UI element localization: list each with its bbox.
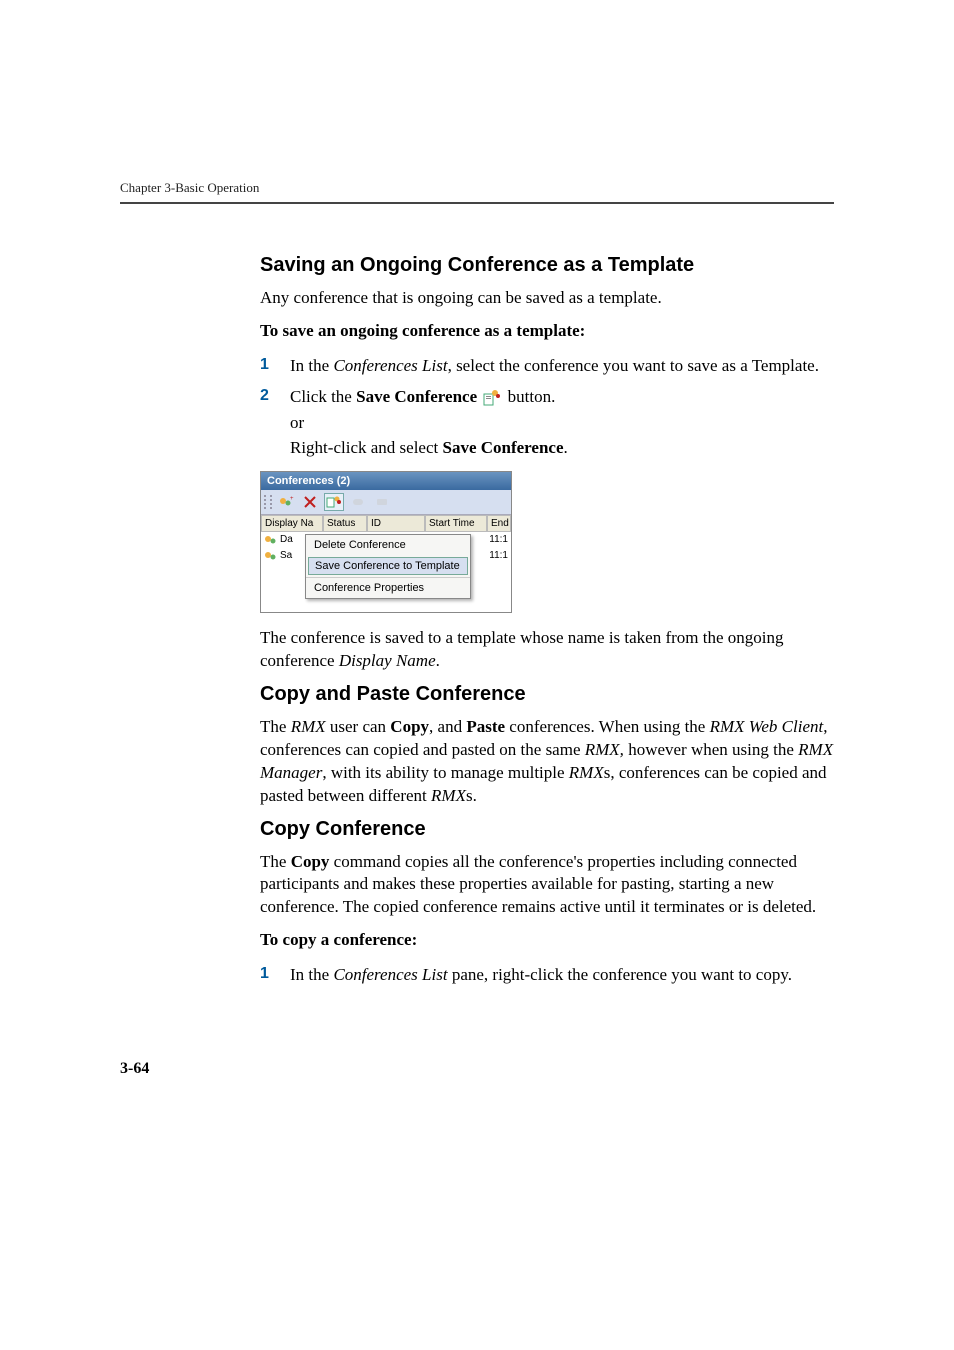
new-conference-icon[interactable]: + [276,493,296,511]
row-end: 11:1 [479,532,511,547]
t: RMX [431,786,466,805]
menu-save-conference-to-template[interactable]: Save Conference to Template [308,557,468,575]
svg-text:+: + [290,496,294,502]
context-menu: Delete Conference Save Conference to Tem… [305,534,471,599]
para-copy-conference: The Copy command copies all the conferen… [260,851,834,920]
t: user can [326,717,391,736]
panel-titlebar: Conferences (2) [261,472,511,490]
t: , with its ability to manage multiple [322,763,568,782]
copy-conference-steps: 1 In the Conferences List pane, right-cl… [260,962,834,988]
step2-text-b: button. [508,387,556,406]
procedure-heading-copy: To copy a conference: [260,929,834,952]
save-template-steps: 1 In the Conferences List, select the co… [260,353,834,461]
step-number: 2 [260,384,269,408]
heading-copy-paste: Copy and Paste Conference [260,683,834,706]
t: Copy [390,717,429,736]
col-start-time[interactable]: Start Time [425,515,487,532]
step2-alt-a: Right-click and select [290,438,442,457]
grip-icon [264,495,272,509]
conference-row-icon [264,550,278,562]
t: RMX [569,763,604,782]
conference-row-icon [264,534,278,546]
row-name: Sa [280,550,292,561]
row-name: Da [280,534,293,545]
heading-copy-conference: Copy Conference [260,818,834,841]
t: however when using the [624,740,798,759]
step1-text-a: In the [290,356,333,375]
procedure-heading: To save an ongoing conference as a templ… [260,320,834,343]
t: Paste [466,717,505,736]
t: pane, right-click the conference you wan… [448,965,792,984]
page-number: 3-64 [120,1060,149,1078]
save-conference-icon [483,389,501,407]
step1-em: Conferences List [333,356,447,375]
t: The [260,717,291,736]
display-name-em: Display Name [339,651,436,670]
toolbar-disabled-2-icon [372,493,392,511]
col-id[interactable]: ID [367,515,425,532]
step-1: 1 In the Conferences List, select the co… [260,353,834,379]
main-content: Saving an Ongoing Conference as a Templa… [260,254,834,988]
step2-alt-b: . [564,438,568,457]
t: , and [429,717,466,736]
text: . [436,651,440,670]
t: command copies all the conference's prop… [260,852,816,917]
t: RMX [291,717,326,736]
step2-bold: Save Conference [356,387,477,406]
col-display-name[interactable]: Display Na [261,515,323,532]
t: RMX Web Client [710,717,824,736]
col-end-time[interactable]: End T [487,515,511,532]
para-after-screenshot: The conference is saved to a template wh… [260,627,834,673]
panel-body: Da 11:1 Sa 11:1 [261,532,511,612]
t: Copy [291,852,330,871]
heading-save-template: Saving an Ongoing Conference as a Templa… [260,254,834,277]
conferences-panel-screenshot: Conferences (2) + [260,471,512,613]
menu-delete-conference[interactable]: Delete Conference [306,535,470,555]
step-2: 2 Click the Save Conference button. or R… [260,384,834,461]
delete-icon[interactable] [300,493,320,511]
row-end: 11:1 [479,548,511,563]
t: The [260,852,291,871]
step2-or: or [290,410,834,436]
step2-alt-bold: Save Conference [442,438,563,457]
panel-toolbar: + [261,490,511,515]
col-status[interactable]: Status [323,515,367,532]
chapter-header: Chapter 3-Basic Operation [120,180,834,196]
step-number: 1 [260,962,269,986]
step2-text-a: Click the [290,387,356,406]
t: In the [290,965,333,984]
step-1: 1 In the Conferences List pane, right-cl… [260,962,834,988]
toolbar-disabled-1-icon [348,493,368,511]
t: RMX, [585,740,624,759]
save-template-toolbar-icon[interactable] [324,493,344,511]
column-headers: Display Na Status ID Start Time End T [261,515,511,532]
divider [120,202,834,204]
para-copy-paste: The RMX user can Copy, and Paste confere… [260,716,834,808]
menu-conference-properties[interactable]: Conference Properties [306,577,470,598]
para-intro: Any conference that is ongoing can be sa… [260,287,834,310]
step-number: 1 [260,353,269,377]
t: s. [466,786,477,805]
step1-text-b: , select the conference you want to save… [448,356,819,375]
t: conferences. When using the [505,717,710,736]
t: Conferences List [333,965,447,984]
